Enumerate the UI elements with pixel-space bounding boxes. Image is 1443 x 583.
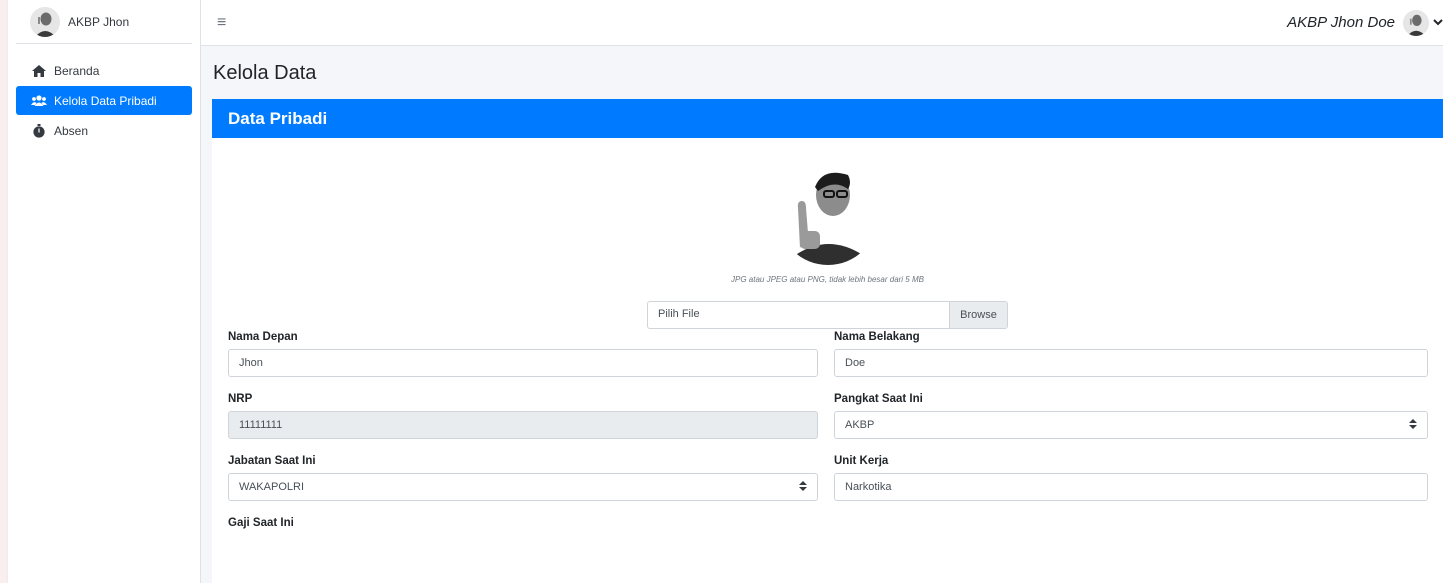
sidebar-item-beranda[interactable]: Beranda bbox=[16, 56, 192, 85]
main-content: Kelola Data Data Pribadi JPG atau JPEG a… bbox=[201, 46, 1443, 583]
jabatan-field: Jabatan Saat Ini WAKAPOLRI bbox=[228, 455, 818, 517]
nrp-field: NRP 11111111 bbox=[228, 393, 818, 455]
unit-kerja-label: Unit Kerja bbox=[834, 455, 889, 467]
card-title: Data Pribadi bbox=[212, 99, 1443, 138]
top-navbar: ≡ AKBP Jhon Doe bbox=[201, 0, 1443, 46]
nama-belakang-value: Doe bbox=[845, 357, 866, 369]
pangkat-label: Pangkat Saat Ini bbox=[834, 393, 923, 405]
nama-belakang-input[interactable]: Doe bbox=[834, 349, 1428, 377]
nama-depan-value: Jhon bbox=[239, 357, 263, 369]
sidebar-item-label: Absen bbox=[54, 123, 89, 138]
nama-belakang-label: Nama Belakang bbox=[834, 331, 920, 343]
sidebar-item-label: Kelola Data Pribadi bbox=[54, 93, 157, 108]
stopwatch-icon bbox=[30, 123, 48, 138]
unit-kerja-value: Narkotika bbox=[845, 481, 892, 493]
pangkat-value: AKBP bbox=[845, 419, 875, 431]
file-input[interactable]: Pilih File Browse bbox=[647, 301, 1008, 329]
gaji-label: Gaji Saat Ini bbox=[228, 517, 294, 529]
nama-depan-input[interactable]: Jhon bbox=[228, 349, 818, 377]
file-input-label: Pilih File bbox=[658, 308, 700, 320]
jabatan-value: WAKAPOLRI bbox=[239, 481, 304, 493]
photo-hint: JPG atau JPEG atau PNG, tidak lebih besa… bbox=[731, 275, 924, 284]
sidebar-nav: Beranda Kelola Data Pribadi Absen bbox=[8, 44, 200, 158]
nama-depan-field: Nama Depan Jhon bbox=[228, 331, 818, 393]
select-arrows-icon bbox=[799, 481, 807, 493]
chevron-down-icon[interactable] bbox=[1433, 17, 1443, 29]
photo-section bbox=[212, 153, 1443, 265]
sidebar-item-label: Beranda bbox=[54, 63, 100, 78]
page-title: Kelola Data bbox=[213, 62, 317, 84]
gaji-field: Gaji Saat Ini bbox=[228, 517, 818, 579]
menu-toggle-icon[interactable]: ≡ bbox=[217, 14, 226, 32]
pangkat-field: Pangkat Saat Ini AKBP bbox=[834, 393, 1428, 455]
data-pribadi-card: Data Pribadi JPG atau JPEG atau PNG, tid… bbox=[212, 99, 1443, 583]
sidebar-brand[interactable]: AKBP Jhon bbox=[16, 0, 192, 44]
sidebar-item-kelola-data-pribadi[interactable]: Kelola Data Pribadi bbox=[16, 86, 192, 115]
profile-photo bbox=[777, 153, 878, 265]
sidebar-item-absen[interactable]: Absen bbox=[16, 116, 192, 145]
nrp-input: 11111111 bbox=[228, 411, 818, 439]
unit-kerja-input[interactable]: Narkotika bbox=[834, 473, 1428, 501]
nama-belakang-field: Nama Belakang Doe bbox=[834, 331, 1428, 393]
jabatan-select[interactable]: WAKAPOLRI bbox=[228, 473, 818, 501]
nrp-label: NRP bbox=[228, 393, 253, 405]
browse-button[interactable]: Browse bbox=[949, 302, 1007, 328]
select-arrows-icon bbox=[1409, 419, 1417, 431]
personal-data-form: Nama Depan Jhon Nama Belakang Doe NRP 11… bbox=[228, 331, 1428, 579]
nama-depan-label: Nama Depan bbox=[228, 331, 298, 343]
home-icon bbox=[30, 64, 48, 77]
pangkat-select[interactable]: AKBP bbox=[834, 411, 1428, 439]
jabatan-label: Jabatan Saat Ini bbox=[228, 455, 316, 467]
brand-name: AKBP Jhon bbox=[68, 14, 130, 29]
user-name: AKBP Jhon Doe bbox=[1287, 14, 1395, 31]
nrp-value: 11111111 bbox=[239, 419, 283, 431]
file-upload: Pilih File Browse bbox=[212, 301, 1443, 329]
sidebar: AKBP Jhon Beranda Kelola Data Pribadi Ab… bbox=[8, 0, 201, 583]
user-menu[interactable]: AKBP Jhon Doe bbox=[1287, 9, 1443, 36]
unit-kerja-field: Unit Kerja Narkotika bbox=[834, 455, 1428, 517]
users-icon bbox=[30, 95, 48, 106]
avatar bbox=[30, 6, 60, 37]
user-avatar bbox=[1403, 9, 1429, 36]
